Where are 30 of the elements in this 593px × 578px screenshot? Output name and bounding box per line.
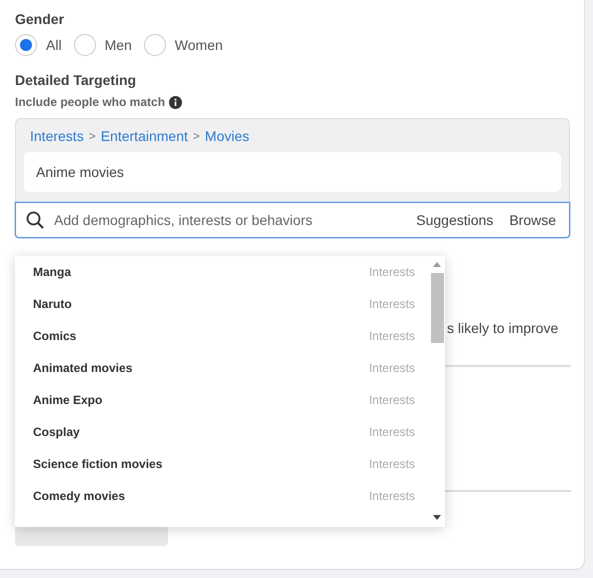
section-label: Gender [15, 11, 66, 27]
selected-interest[interactable]: Anime movies [24, 152, 561, 192]
suggestion-item[interactable]: Comedy movies Interests [15, 480, 430, 512]
suggestion-item[interactable]: Anime Expo Interests [15, 384, 430, 416]
hint-text: s likely to improve [447, 320, 558, 336]
search-field[interactable]: Add demographics, interests or behaviors Suggestions Browse [15, 202, 570, 238]
info-icon[interactable] [169, 96, 182, 108]
radio-button[interactable] [144, 34, 166, 56]
suggestion-item[interactable]: Animated movies Interests [15, 352, 430, 384]
search-icon [26, 211, 44, 229]
suggestion-item[interactable]: Manga Interests [15, 256, 430, 288]
subtitle: Include people who match [15, 95, 166, 109]
radio-label: All [46, 37, 62, 53]
link-button[interactable]: Suggestions [413, 212, 496, 228]
breadcrumb-link[interactable]: Movies [204, 128, 250, 144]
breadcrumb-separator: > [192, 129, 200, 143]
breadcrumb-link[interactable]: Entertainment [100, 128, 188, 144]
suggestion-item[interactable]: Cosplay Interests [15, 416, 430, 448]
suggestion-item[interactable]: Naruto Interests [15, 288, 430, 320]
section-label: Detailed Targeting [15, 72, 138, 88]
suggestion-item[interactable]: Comics Interests [15, 320, 430, 352]
breadcrumb-separator: > [88, 129, 96, 143]
link-button[interactable]: Browse [506, 212, 559, 228]
suggestion-item[interactable]: Science fiction movies Interests [15, 448, 430, 480]
breadcrumb-link[interactable]: Interests [30, 128, 84, 144]
radio-label: Men [104, 37, 132, 53]
scrollbar[interactable] [430, 256, 445, 527]
radio-label: Women [174, 37, 223, 53]
radio-button[interactable] [74, 34, 96, 56]
radio-button[interactable] [15, 34, 37, 56]
